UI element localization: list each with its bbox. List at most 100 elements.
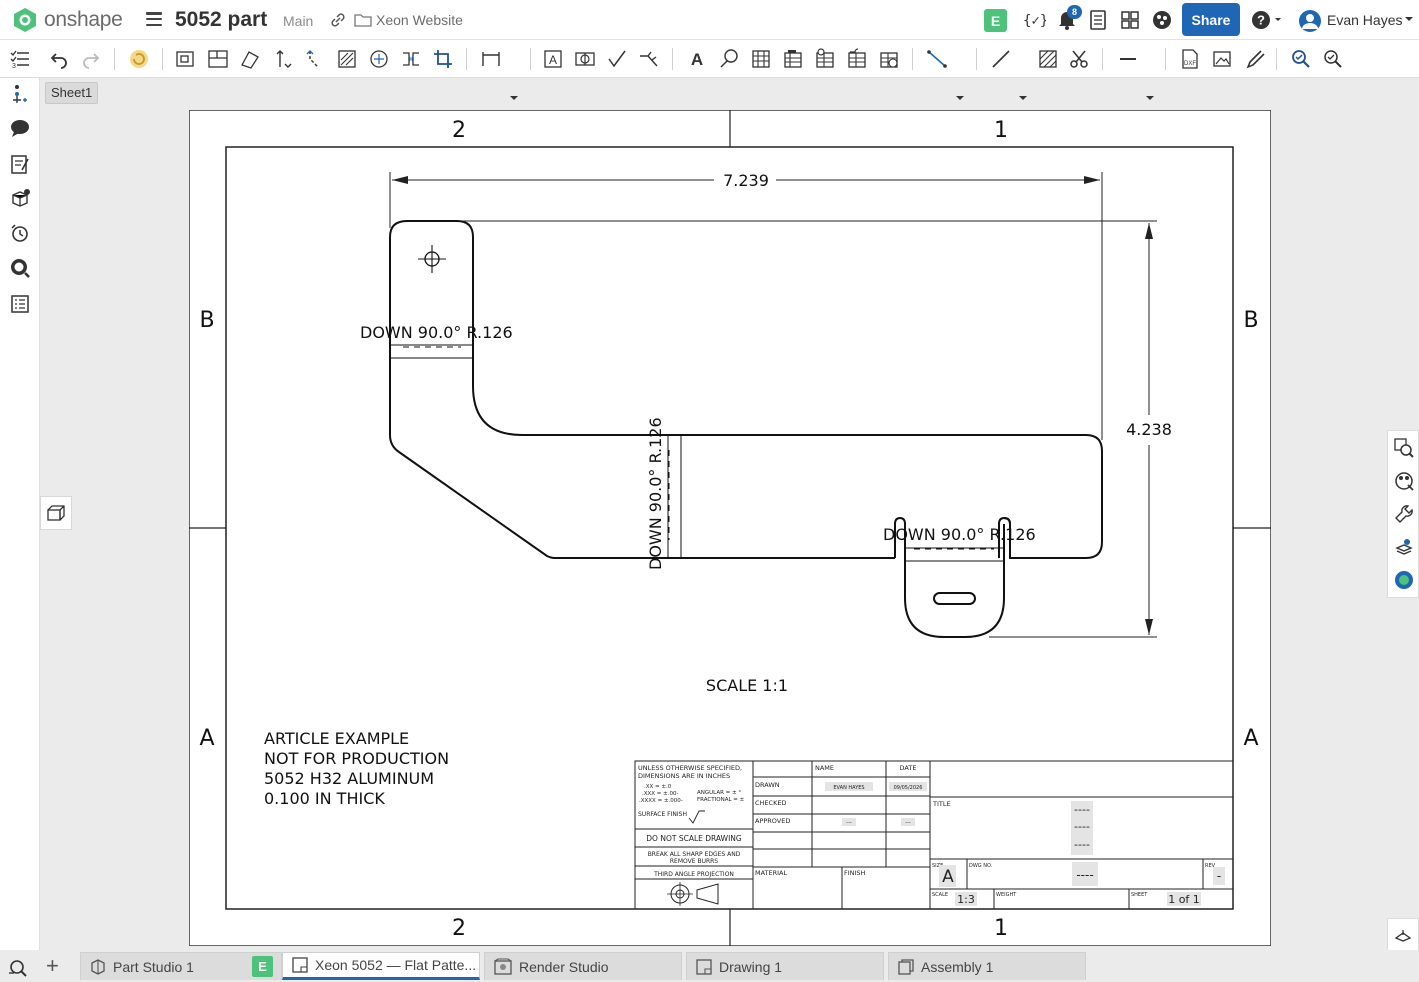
tb-approved-date[interactable]: --- xyxy=(905,820,911,826)
dimension-icon[interactable] xyxy=(480,48,502,70)
zone-label-bottom-1: 1 xyxy=(994,916,1008,941)
tab-drawing-1[interactable]: Drawing 1 xyxy=(686,952,884,980)
feature-list-icon[interactable]: 3 xyxy=(8,47,32,71)
insert-view-icon[interactable] xyxy=(175,48,197,70)
parts-list-icon[interactable] xyxy=(8,186,32,210)
auxiliary-view-icon[interactable] xyxy=(239,48,261,70)
render-icon[interactable] xyxy=(1393,569,1415,591)
centerline-dropdown-icon[interactable] xyxy=(1019,96,1027,102)
tab-manager-icon[interactable] xyxy=(8,959,32,977)
view-cube-icon[interactable] xyxy=(40,496,72,530)
bom-table-icon[interactable] xyxy=(782,48,804,70)
appearance-icon[interactable] xyxy=(1393,470,1415,492)
tb-drawn-name[interactable]: EVAN HAYES xyxy=(833,785,864,791)
wrench-icon[interactable] xyxy=(1393,503,1415,525)
comments-icon[interactable] xyxy=(8,116,32,140)
section-view-icon[interactable] xyxy=(272,48,294,70)
note-icon[interactable]: A xyxy=(542,48,564,70)
line-icon[interactable] xyxy=(926,48,948,70)
insert-image-icon[interactable] xyxy=(1211,48,1233,70)
note-line-4: 0.100 IN THICK xyxy=(264,789,385,808)
edit-mode-badge[interactable]: E xyxy=(984,9,1007,32)
bend-note-top[interactable]: DOWN 90.0° R.126 xyxy=(360,323,513,342)
tb-sheet-value[interactable]: 1 of 1 xyxy=(1168,893,1200,906)
export-dxf-icon[interactable]: DXF xyxy=(1179,48,1201,70)
centerline-icon[interactable] xyxy=(990,48,1012,70)
chevron-down-icon[interactable] xyxy=(1404,16,1414,24)
tb-rev-value[interactable]: - xyxy=(1217,869,1221,883)
crop-view-icon[interactable] xyxy=(432,48,454,70)
drawing-sheet[interactable]: 2 1 2 1 B B A A 7.239 4.238 DOWN 90.0° R… xyxy=(189,110,1271,946)
tb-tol-angular: ANGULAR = ± ° xyxy=(697,790,741,796)
notes-icon[interactable] xyxy=(8,152,32,176)
line-style-dropdown-icon[interactable] xyxy=(1146,96,1154,102)
top-bar: onshape 5052 part Main Xeon Website E {✓… xyxy=(0,0,1419,40)
folder-icon[interactable] xyxy=(354,12,372,28)
bend-note-bottom[interactable]: DOWN 90.0° R.126 xyxy=(883,525,1036,544)
undo-icon[interactable] xyxy=(48,48,70,70)
sheet-tab[interactable]: Sheet1 xyxy=(45,82,99,104)
table-icon[interactable] xyxy=(750,48,772,70)
user-name[interactable]: Evan Hayes xyxy=(1327,12,1402,28)
tb-title-line-1[interactable]: ---- xyxy=(1074,803,1090,816)
share-button[interactable]: Share xyxy=(1182,3,1240,36)
inspect-settings-icon[interactable] xyxy=(1322,48,1344,70)
trim-icon[interactable] xyxy=(1068,48,1090,70)
revision-table-icon[interactable] xyxy=(878,48,900,70)
tb-approved-name[interactable]: --- xyxy=(846,820,852,826)
bend-table-icon[interactable] xyxy=(846,48,868,70)
callout-icon[interactable] xyxy=(718,48,740,70)
tb-scale-value[interactable]: 1:3 xyxy=(957,893,975,906)
configurations-icon[interactable] xyxy=(1393,536,1415,558)
tab-assembly-1[interactable]: Assembly 1 xyxy=(888,952,1086,980)
add-tab-button[interactable]: + xyxy=(46,955,59,977)
menu-icon[interactable] xyxy=(146,12,162,26)
tb-size-value[interactable]: A xyxy=(942,867,954,887)
history-icon[interactable] xyxy=(8,221,32,245)
surface-finish-icon[interactable] xyxy=(606,48,628,70)
part-studio-icon xyxy=(91,958,105,975)
tab-flat-pattern-drawing[interactable]: Xeon 5052 — Flat Patte... xyxy=(282,952,480,980)
tb-drawn-date[interactable]: 09/05/2026 xyxy=(894,785,923,791)
projected-view-icon[interactable] xyxy=(207,48,229,70)
hatch-icon[interactable] xyxy=(1037,48,1059,70)
format-painter-icon[interactable] xyxy=(1243,48,1265,70)
document-title[interactable]: 5052 part xyxy=(175,8,267,32)
onshape-logo[interactable]: onshape xyxy=(12,7,123,33)
right-panel-rail xyxy=(1387,430,1419,598)
measurements-icon[interactable] xyxy=(8,292,32,316)
variables-icon[interactable]: {✓} xyxy=(1022,9,1046,31)
aligned-section-icon[interactable] xyxy=(304,48,326,70)
line-style-icon[interactable] xyxy=(1117,48,1139,70)
bend-note-middle[interactable]: DOWN 90.0° R.126 xyxy=(646,417,665,570)
break-view-icon[interactable] xyxy=(400,48,422,70)
detail-view-icon[interactable] xyxy=(368,48,390,70)
link-icon[interactable] xyxy=(330,12,346,28)
text-icon[interactable]: A xyxy=(686,48,708,70)
properties-icon[interactable] xyxy=(8,82,32,106)
inspection-icon[interactable] xyxy=(1393,437,1415,459)
datum-icon[interactable] xyxy=(574,48,596,70)
collapse-panel-icon[interactable] xyxy=(1387,918,1419,952)
tb-title-line-3[interactable]: ---- xyxy=(1074,838,1090,851)
tab-render-studio[interactable]: Render Studio xyxy=(484,952,682,980)
tb-sheet-label: SHEET xyxy=(1131,892,1148,898)
learning-center-icon[interactable] xyxy=(1151,9,1173,31)
release-icon[interactable] xyxy=(1089,9,1107,31)
inspect-icon[interactable] xyxy=(1290,48,1312,70)
user-avatar-icon[interactable] xyxy=(1297,9,1323,33)
broken-out-section-icon[interactable] xyxy=(336,48,358,70)
branch-name[interactable]: Main xyxy=(283,13,313,29)
app-store-icon[interactable] xyxy=(1120,9,1140,31)
hole-table-icon[interactable] xyxy=(814,48,836,70)
redo-icon[interactable] xyxy=(80,48,102,70)
help-icon[interactable]: ? xyxy=(1251,9,1283,31)
folder-name[interactable]: Xeon Website xyxy=(376,12,463,28)
tb-dwg-no-value[interactable]: ---- xyxy=(1076,868,1093,882)
tb-title-line-2[interactable]: ---- xyxy=(1074,820,1090,833)
weld-symbol-icon[interactable] xyxy=(638,48,660,70)
search-icon[interactable] xyxy=(8,256,32,280)
sketch-dropdown-icon[interactable] xyxy=(956,96,964,102)
regenerate-icon[interactable] xyxy=(128,48,150,70)
dimension-dropdown-icon[interactable] xyxy=(510,96,518,102)
